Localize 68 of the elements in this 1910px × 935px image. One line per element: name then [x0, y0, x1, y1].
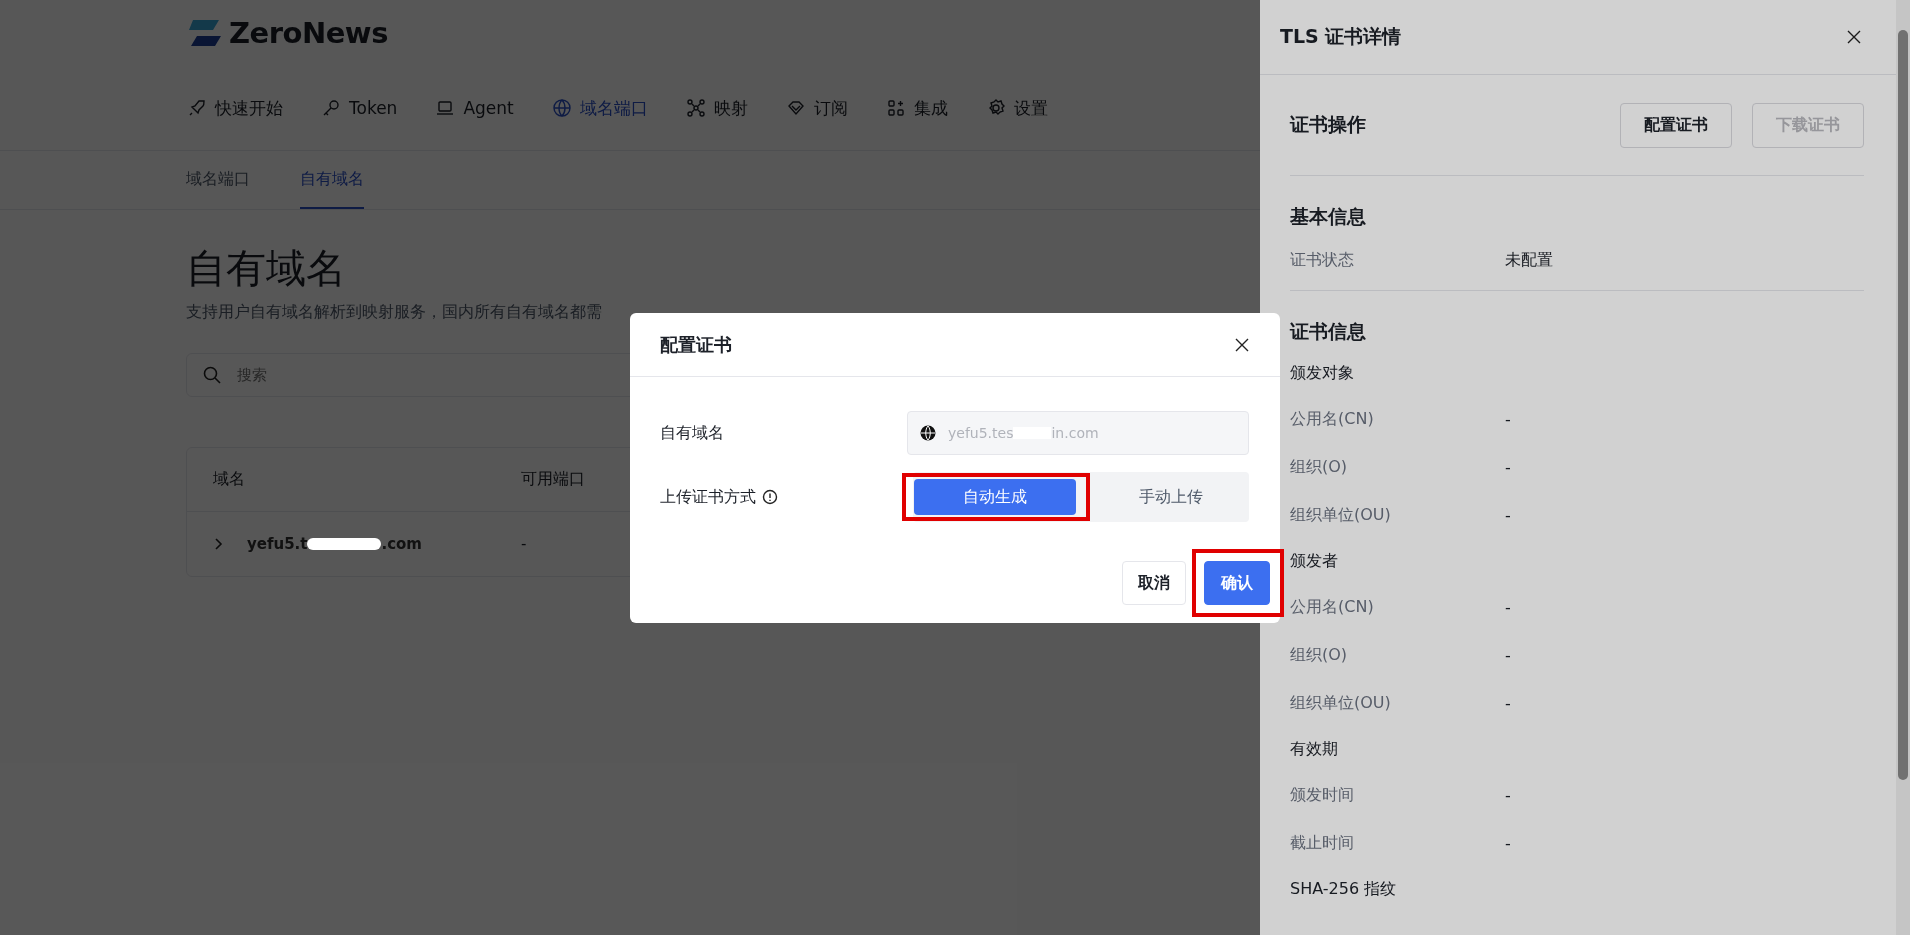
sub-tab[interactable]: 域名端口	[186, 151, 250, 209]
globe-icon	[551, 98, 572, 118]
field-value: 未配置	[1505, 249, 1553, 271]
nav-tab[interactable]: 集成	[885, 96, 948, 120]
group-label: 颁发对象	[1290, 362, 1354, 384]
rocket-icon	[187, 98, 207, 118]
field-value: -	[1505, 409, 1511, 429]
group-label: 有效期	[1290, 738, 1338, 760]
field-value: -	[1505, 597, 1511, 617]
nav-tab[interactable]: 订阅	[785, 96, 848, 120]
group-label: SHA-256 指纹	[1290, 878, 1397, 900]
section-heading: 基本信息	[1290, 204, 1367, 229]
nav-tab[interactable]: 域名端口	[551, 96, 648, 120]
column-header: 域名	[213, 469, 246, 490]
field-label: 公用名(CN)	[1290, 408, 1375, 430]
option-button[interactable]: 手动上传	[1090, 479, 1252, 515]
field-label: 组织单位(OU)	[1290, 692, 1392, 714]
nav-tab[interactable]: 映射	[685, 96, 748, 120]
field-label: 组织单位(OU)	[1290, 504, 1392, 526]
domain-text: yefu5.tes	[948, 425, 1014, 441]
confirm-button[interactable]: 确认	[1204, 561, 1270, 605]
close-icon[interactable]	[1846, 29, 1862, 45]
sub-tab[interactable]: 自有域名	[300, 151, 364, 209]
scrollbar[interactable]	[1896, 0, 1910, 935]
nav-tab[interactable]: Agent	[435, 98, 514, 118]
globe-icon	[920, 425, 936, 441]
nav-tab[interactable]: 设置	[985, 96, 1048, 120]
field-value: -	[1505, 645, 1511, 665]
chevron-icon[interactable]	[213, 537, 223, 551]
logo-icon	[187, 18, 223, 48]
field-label: 公用名(CN)	[1290, 596, 1375, 618]
key-icon	[321, 98, 341, 118]
laptop-icon	[435, 98, 456, 118]
page-description: 支持用户自有域名解析到映射服务，国内所有自有域名都需	[186, 302, 602, 323]
table-cell: -	[521, 535, 527, 553]
field-value: -	[1505, 833, 1511, 853]
option-button[interactable]: 自动生成	[914, 479, 1076, 515]
group-label: 颁发者	[1290, 550, 1338, 572]
drawer-title: TLS 证书详情	[1280, 24, 1402, 49]
cancel-button[interactable]: 取消	[1122, 561, 1186, 605]
dialog-title: 配置证书	[660, 332, 732, 357]
section-heading: 证书操作	[1290, 112, 1366, 137]
field-label: 截止时间	[1290, 832, 1355, 854]
logo-text: ZeroNews	[229, 16, 388, 50]
field-label: 自有域名	[660, 422, 724, 444]
section-heading: 证书信息	[1290, 319, 1367, 344]
field-label: 上传证书方式	[660, 486, 756, 508]
close-icon[interactable]	[1234, 336, 1250, 353]
nodes-icon	[685, 98, 706, 118]
field-label: 组织(O)	[1290, 456, 1349, 478]
field-value: -	[1505, 693, 1511, 713]
domain-text: yefu5.t	[247, 535, 308, 553]
page-title: 自有域名	[186, 244, 346, 293]
field-value: -	[1505, 457, 1511, 477]
field-label: 组织(O)	[1290, 644, 1349, 666]
nav-tab[interactable]: Token	[321, 98, 398, 118]
column-header: 可用端口	[521, 469, 585, 490]
field-label: 证书状态	[1290, 249, 1355, 271]
grid-plus-icon	[885, 98, 906, 118]
domain-text: .com	[381, 535, 422, 553]
domain-text: in.com	[1051, 425, 1099, 441]
field-value: -	[1505, 505, 1511, 525]
field-value: -	[1505, 785, 1511, 805]
info-icon	[762, 489, 778, 505]
drawer-button[interactable]: 配置证书	[1620, 102, 1732, 148]
nav-tab[interactable]: 快速开始	[187, 96, 283, 120]
search-icon	[202, 365, 222, 385]
field-label: 颁发时间	[1290, 784, 1355, 806]
